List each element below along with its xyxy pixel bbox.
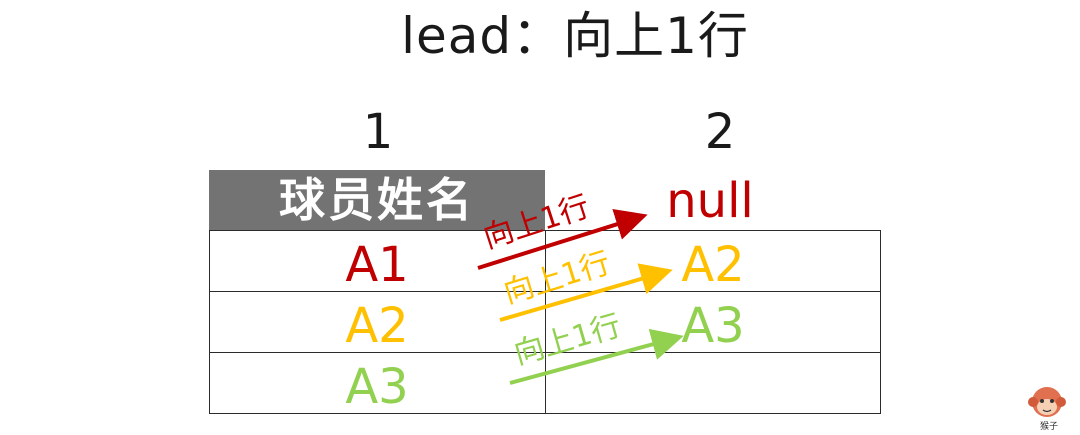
arrow-label-yellow: 向上1行 xyxy=(499,245,615,311)
arrow-label-green: 向上1行 xyxy=(510,308,625,372)
page-title: lead：向上1行 xyxy=(401,7,749,65)
left-value-a2: A2 xyxy=(345,298,409,354)
grid-line xyxy=(545,413,881,414)
column-number-right: 2 xyxy=(704,104,736,160)
grid-line xyxy=(880,230,881,414)
grid-line xyxy=(545,230,546,414)
right-value-a2: A2 xyxy=(681,237,745,293)
right-value-a3: A3 xyxy=(681,298,745,354)
right-value-null: null xyxy=(666,173,754,229)
grid-line xyxy=(545,230,881,231)
grid-line xyxy=(209,230,210,414)
left-value-a1: A1 xyxy=(345,237,409,293)
column-number-left: 1 xyxy=(362,104,394,160)
logo-text: 猴子 xyxy=(1040,422,1059,432)
left-value-a3: A3 xyxy=(345,359,409,415)
